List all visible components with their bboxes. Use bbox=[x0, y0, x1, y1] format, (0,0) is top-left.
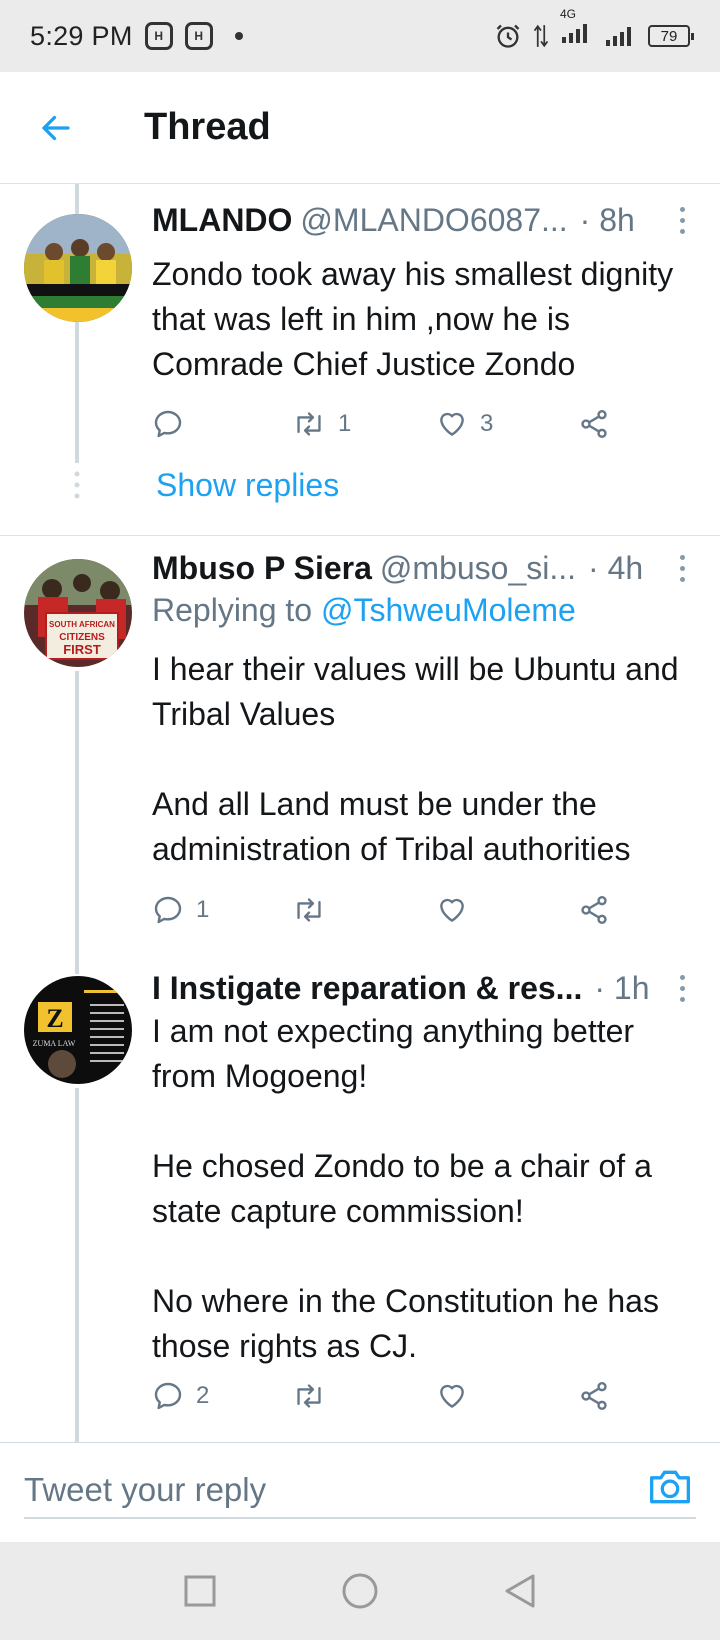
tweet-header: MLANDO @MLANDO6087... · 8h bbox=[152, 198, 694, 242]
like-count: 3 bbox=[480, 410, 494, 437]
app-notification-icon: H bbox=[144, 22, 173, 50]
tweet-text: Zondo took away his smallest dignity tha… bbox=[152, 256, 674, 382]
more-options-icon[interactable] bbox=[670, 968, 694, 1008]
thread-line bbox=[75, 954, 79, 974]
reply-button[interactable]: 1 bbox=[152, 890, 209, 930]
heart-icon bbox=[440, 898, 464, 922]
avatar-sign-line-3: FIRST bbox=[63, 642, 101, 657]
thread-continuation-dots-icon bbox=[74, 471, 80, 499]
reply-icon bbox=[154, 410, 182, 438]
show-replies-link[interactable]: Show replies bbox=[156, 467, 339, 504]
avatar-logo-caption: ZUMA LAW bbox=[33, 1039, 76, 1048]
network-type: 4G bbox=[560, 7, 577, 21]
retweet-button[interactable] bbox=[292, 890, 338, 930]
battery-icon: 79 bbox=[648, 25, 694, 47]
back-nav-button[interactable] bbox=[498, 1569, 542, 1613]
like-button[interactable] bbox=[436, 1376, 480, 1416]
back-button[interactable] bbox=[28, 100, 84, 156]
heart-icon bbox=[440, 412, 464, 436]
tweet-actions: 1 bbox=[152, 890, 622, 930]
signal-icon: 4G bbox=[560, 7, 594, 51]
avatar-logo-letter: Z bbox=[46, 1004, 63, 1033]
page-title: Thread bbox=[144, 106, 271, 148]
system-navigation-bar bbox=[0, 1542, 720, 1640]
like-button[interactable]: 3 bbox=[436, 404, 493, 444]
triangle-back-icon bbox=[505, 1574, 535, 1608]
data-transfer-icon bbox=[533, 24, 549, 48]
more-notifications-dot-icon bbox=[234, 32, 243, 40]
retweet-button[interactable]: 1 bbox=[292, 404, 351, 444]
tweet-text: I am not expecting anything better from … bbox=[152, 1013, 659, 1364]
square-icon bbox=[184, 1575, 216, 1607]
status-bar: 5:29 PM H H 4G 79 bbox=[0, 0, 720, 72]
share-button[interactable] bbox=[578, 890, 610, 930]
tweet[interactable]: MLANDO @MLANDO6087... · 8h Zondo took aw… bbox=[0, 184, 720, 535]
tweet-time: · 1h bbox=[594, 969, 650, 1006]
reply-icon bbox=[154, 1382, 182, 1410]
more-options-icon[interactable] bbox=[670, 200, 694, 240]
arrow-left-icon bbox=[42, 115, 70, 140]
avatar[interactable] bbox=[24, 214, 132, 322]
replying-to: Replying to @TshweuMoleme bbox=[152, 592, 700, 629]
replying-to-handle[interactable]: @TshweuMoleme bbox=[321, 592, 576, 628]
reply-icon bbox=[154, 896, 182, 924]
tweet-header: Mbuso P Siera @mbuso_si... · 4h bbox=[152, 546, 694, 590]
tweet-text: I hear their values will be Ubuntu and T… bbox=[152, 651, 679, 867]
tweet-actions: 2 bbox=[152, 1376, 622, 1416]
tweet[interactable]: Z ZUMA LAW I Instigate reparation & res.… bbox=[0, 954, 720, 1442]
thread-line bbox=[75, 1088, 79, 1442]
retweet-icon bbox=[297, 1384, 321, 1408]
tweet-time: · 8h bbox=[579, 201, 635, 238]
retweet-button[interactable] bbox=[292, 1376, 338, 1416]
avatar[interactable]: SOUTH AFRICAN CITIZENS FIRST bbox=[24, 559, 132, 667]
home-button[interactable] bbox=[338, 1569, 382, 1613]
author-handle[interactable]: @MLANDO6087... bbox=[300, 202, 567, 239]
more-options-icon[interactable] bbox=[670, 548, 694, 588]
signal-icon bbox=[606, 27, 631, 46]
tweet[interactable]: SOUTH AFRICAN CITIZENS FIRST Mbuso P Sie… bbox=[0, 536, 720, 954]
reply-button[interactable] bbox=[152, 404, 196, 444]
share-icon bbox=[581, 1382, 607, 1410]
author-name[interactable]: I Instigate reparation & res... bbox=[152, 970, 582, 1007]
share-icon bbox=[581, 410, 607, 438]
replying-to-prefix: Replying to bbox=[152, 592, 313, 628]
circle-icon bbox=[342, 1573, 378, 1609]
retweet-count: 1 bbox=[338, 410, 352, 437]
camera-button[interactable] bbox=[646, 1465, 694, 1509]
reply-button[interactable]: 2 bbox=[152, 1376, 209, 1416]
tweet-time: · 4h bbox=[588, 549, 644, 586]
status-time: 5:29 PM bbox=[30, 20, 133, 51]
like-button[interactable] bbox=[436, 890, 480, 930]
thread-line bbox=[75, 671, 79, 954]
retweet-icon bbox=[297, 898, 321, 922]
share-button[interactable] bbox=[578, 1376, 610, 1416]
share-icon bbox=[581, 896, 607, 924]
reply-count: 1 bbox=[196, 896, 210, 923]
avatar[interactable]: Z ZUMA LAW bbox=[24, 976, 132, 1084]
retweet-icon bbox=[297, 412, 321, 436]
tweet-header: I Instigate reparation & res... · 1h bbox=[152, 966, 694, 1010]
heart-icon bbox=[440, 1384, 464, 1408]
share-button[interactable] bbox=[578, 404, 610, 444]
author-name[interactable]: Mbuso P Siera bbox=[152, 550, 372, 587]
reply-input[interactable] bbox=[24, 1463, 696, 1519]
camera-icon bbox=[650, 1470, 690, 1504]
author-handle[interactable]: @mbuso_si... bbox=[380, 550, 576, 587]
tweet-actions: 1 3 bbox=[152, 404, 622, 444]
reply-count: 2 bbox=[196, 1382, 210, 1409]
thread-header: Thread bbox=[0, 72, 720, 184]
recents-button[interactable] bbox=[178, 1569, 222, 1613]
alarm-icon bbox=[496, 24, 520, 48]
avatar-sign-line-1: SOUTH AFRICAN bbox=[49, 620, 115, 629]
author-name[interactable]: MLANDO bbox=[152, 202, 292, 239]
app-notification-icon: H bbox=[184, 22, 213, 50]
reply-composer bbox=[0, 1442, 720, 1542]
